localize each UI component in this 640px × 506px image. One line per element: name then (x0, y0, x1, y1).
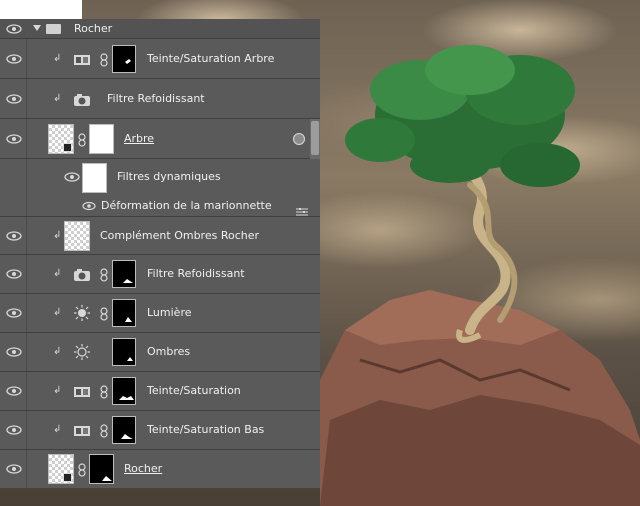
column-divider (26, 333, 27, 371)
layer-mask-thumbnail[interactable] (112, 260, 136, 288)
layer-group-rocher[interactable]: Rocher (0, 19, 320, 39)
visibility-eye-icon[interactable] (64, 172, 80, 182)
visibility-eye-icon[interactable] (6, 269, 22, 279)
layer-row[interactable]: ↲ Teinte/Saturation Arbre (0, 39, 320, 79)
layer-mask-thumbnail[interactable] (112, 416, 136, 444)
filter-mask-thumbnail[interactable] (82, 163, 107, 193)
clipping-mask-icon: ↲ (53, 346, 62, 357)
link-icon[interactable] (100, 384, 108, 399)
layer-row[interactable]: ↲ Lumière (0, 294, 320, 333)
column-divider (26, 411, 27, 449)
column-divider (26, 39, 27, 78)
link-icon[interactable] (100, 267, 108, 282)
layer-name[interactable]: Filtre Refoidissant (107, 92, 205, 106)
layer-mask-thumbnail[interactable] (89, 124, 114, 154)
layer-name[interactable]: Lumière (147, 306, 192, 320)
settings-icon[interactable] (295, 202, 309, 216)
layer-name[interactable]: Teinte/Saturation (147, 384, 241, 398)
visibility-eye-icon[interactable] (6, 231, 22, 241)
brightness-icon (73, 305, 91, 321)
layer-mask-thumbnail[interactable] (112, 338, 136, 366)
layer-name[interactable]: Filtre Refoidissant (147, 267, 245, 281)
smart-object-icon (63, 143, 72, 152)
layer-name[interactable]: Rocher (124, 462, 162, 476)
visibility-eye-icon[interactable] (6, 94, 22, 104)
hue-saturation-icon (73, 423, 91, 437)
clipping-mask-icon: ↲ (53, 385, 62, 396)
visibility-eye-icon[interactable] (6, 54, 22, 64)
layer-row[interactable]: ↲ Complément Ombres Rocher (0, 217, 320, 255)
layer-row[interactable]: ↲ Filtre Refoidissant (0, 79, 320, 119)
photo-filter-icon (73, 267, 91, 281)
column-divider (26, 159, 27, 195)
column-divider (26, 255, 27, 293)
hue-saturation-icon (73, 52, 91, 66)
layer-row[interactable]: ↲ Teinte/Saturation (0, 372, 320, 411)
layer-row[interactable]: ↲ Ombres (0, 333, 320, 372)
filter-name[interactable]: Déformation de la marionnette (101, 199, 272, 213)
layer-name[interactable]: Arbre (124, 132, 154, 146)
clipping-mask-icon: ↲ (53, 424, 62, 435)
visibility-eye-icon[interactable] (6, 386, 22, 396)
chevron-down-icon[interactable] (33, 25, 41, 31)
visibility-eye-icon[interactable] (6, 347, 22, 357)
clipping-mask-icon: ↲ (53, 307, 62, 318)
clipping-mask-icon: ↲ (53, 93, 62, 104)
layer-row[interactable]: Arbre (0, 119, 320, 159)
clipping-mask-icon: ↲ (53, 268, 62, 279)
hue-saturation-icon (73, 384, 91, 398)
layer-row[interactable]: Rocher (0, 450, 320, 488)
layer-name[interactable]: Ombres (147, 345, 190, 359)
visibility-eye-icon[interactable] (6, 425, 22, 435)
group-name[interactable]: Rocher (74, 22, 112, 36)
column-divider (26, 195, 27, 216)
photo-filter-icon (73, 92, 91, 106)
layer-mask-thumbnail[interactable] (112, 377, 136, 405)
smart-filter-item[interactable]: Déformation de la marionnette (0, 195, 320, 217)
smart-object-icon (63, 473, 72, 482)
visibility-eye-icon[interactable] (6, 24, 22, 34)
link-icon[interactable] (78, 462, 86, 477)
layer-row[interactable]: ↲ Teinte/Saturation Bas (0, 411, 320, 450)
visibility-eye-icon[interactable] (6, 134, 22, 144)
smart-filters-icon[interactable] (293, 133, 305, 145)
column-divider (26, 217, 27, 254)
smart-filters-row[interactable]: Filtres dynamiques (0, 159, 320, 195)
layer-mask-thumbnail[interactable] (112, 45, 136, 73)
layer-mask-thumbnail[interactable] (89, 454, 114, 484)
column-divider (26, 119, 27, 158)
column-divider (26, 79, 27, 118)
smart-filters-label[interactable]: Filtres dynamiques (117, 170, 221, 184)
clipping-mask-icon: ↲ (53, 53, 62, 64)
visibility-eye-icon[interactable] (6, 464, 22, 474)
visibility-eye-icon[interactable] (6, 308, 22, 318)
layer-thumbnail[interactable] (64, 221, 90, 251)
layer-name[interactable]: Teinte/Saturation Bas (147, 423, 264, 437)
link-icon[interactable] (100, 306, 108, 321)
scrollbar[interactable] (310, 119, 320, 159)
visibility-eye-icon[interactable] (81, 201, 97, 211)
layers-panel: Rocher ↲ Teinte/Saturation Arbre ↲ Filtr… (0, 19, 320, 488)
column-divider (26, 450, 27, 488)
scrollbar-thumb[interactable] (311, 121, 319, 155)
layer-name[interactable]: Teinte/Saturation Arbre (147, 52, 274, 66)
folder-icon (46, 24, 61, 34)
layer-row[interactable]: ↲ Filtre Refoidissant (0, 255, 320, 294)
brightness-icon (73, 344, 91, 360)
clipping-mask-icon: ↲ (53, 230, 62, 241)
layer-name[interactable]: Complément Ombres Rocher (100, 229, 259, 243)
column-divider (26, 294, 27, 332)
layer-mask-thumbnail[interactable] (112, 299, 136, 327)
column-divider (26, 372, 27, 410)
link-icon[interactable] (100, 423, 108, 438)
link-icon[interactable] (100, 52, 108, 67)
link-icon[interactable] (78, 132, 86, 147)
